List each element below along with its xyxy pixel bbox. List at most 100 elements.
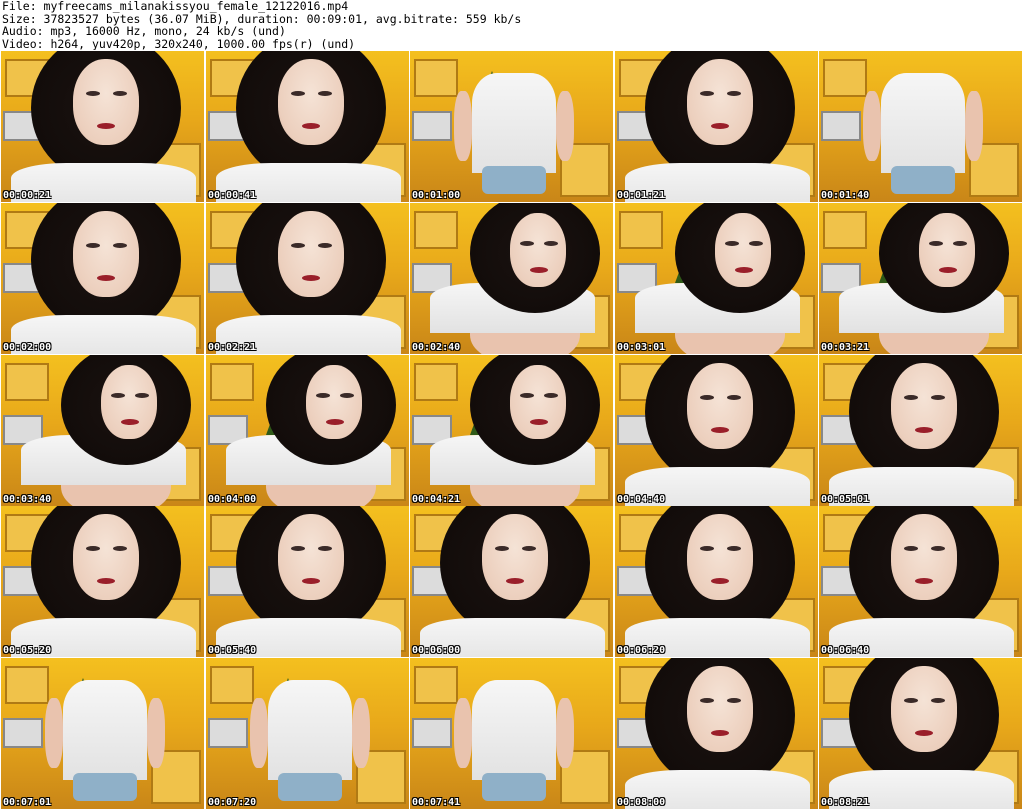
timestamp-label: 00:01:40 xyxy=(821,190,870,201)
lips xyxy=(711,123,729,129)
right-eye xyxy=(727,395,741,400)
timestamp-label: 00:04:40 xyxy=(617,494,666,505)
denim-shorts xyxy=(482,166,546,194)
arm xyxy=(556,91,574,161)
left-eye xyxy=(904,395,918,400)
lips xyxy=(939,267,957,273)
face xyxy=(510,213,566,287)
timestamp-label: 00:06:40 xyxy=(821,645,870,656)
video-thumbnail: 00:03:21 xyxy=(819,203,1022,354)
timestamp-label: 00:02:00 xyxy=(3,342,52,353)
lips xyxy=(97,275,115,281)
left-eye xyxy=(316,393,330,398)
video-info-line: Video: h264, yuv420p, 320x240, 1000.00 f… xyxy=(2,36,356,50)
lips xyxy=(915,578,933,584)
face xyxy=(687,666,753,752)
timestamp-label: 00:07:41 xyxy=(412,797,461,808)
white-cardigan xyxy=(881,73,965,173)
microwave xyxy=(208,718,248,748)
video-thumbnail: 00:04:21 xyxy=(410,355,613,506)
lips xyxy=(915,427,933,433)
video-thumbnail: 00:03:40 xyxy=(1,355,204,506)
thumbnail-frame xyxy=(615,51,818,202)
face xyxy=(306,365,362,439)
lips xyxy=(121,419,139,425)
face xyxy=(687,59,753,145)
left-eye xyxy=(700,91,714,96)
face xyxy=(510,365,566,439)
video-thumbnail: 00:00:21 xyxy=(1,51,204,202)
timestamp-label: 00:03:21 xyxy=(821,342,870,353)
arm xyxy=(454,698,472,768)
arm xyxy=(45,698,63,768)
video-thumbnail: 00:00:41 xyxy=(206,51,409,202)
lips xyxy=(530,419,548,425)
thumbnail-frame xyxy=(1,203,204,354)
timestamp-label: 00:00:41 xyxy=(208,190,257,201)
video-thumbnail: 00:06:40 xyxy=(819,506,1022,657)
face xyxy=(73,59,139,145)
left-eye xyxy=(725,241,739,246)
kitchen-cabinet xyxy=(210,666,254,704)
thumbnail-frame xyxy=(410,355,613,506)
video-thumbnail: 00:02:00 xyxy=(1,203,204,354)
timestamp-label: 00:08:21 xyxy=(821,797,870,808)
white-cardigan xyxy=(472,73,556,173)
video-thumbnail: 00:06:20 xyxy=(615,506,818,657)
right-eye xyxy=(113,91,127,96)
video-thumbnail: 00:07:01 xyxy=(1,658,204,809)
lips xyxy=(97,578,115,584)
face xyxy=(891,363,957,449)
left-eye xyxy=(700,546,714,551)
kitchen-cabinet xyxy=(414,211,458,249)
thumbnail-frame xyxy=(819,658,1022,809)
video-thumbnail: 00:01:21 xyxy=(615,51,818,202)
arm xyxy=(556,698,574,768)
thumbnail-frame xyxy=(410,506,613,657)
timestamp-label: 00:07:20 xyxy=(208,797,257,808)
lips xyxy=(711,427,729,433)
face xyxy=(919,213,975,287)
thumbnail-frame xyxy=(410,658,613,809)
left-eye xyxy=(291,91,305,96)
audio-info-line: Audio: mp3, 16000 Hz, mono, 24 kb/s (und… xyxy=(2,24,286,38)
lips xyxy=(530,267,548,273)
timestamp-label: 00:02:40 xyxy=(412,342,461,353)
left-eye xyxy=(904,698,918,703)
right-eye xyxy=(727,546,741,551)
kitchen-cabinet xyxy=(210,363,254,401)
left-eye xyxy=(700,395,714,400)
denim-shorts xyxy=(278,773,342,801)
video-thumbnail: 00:02:21 xyxy=(206,203,409,354)
thumbnail-frame xyxy=(206,203,409,354)
lips xyxy=(302,123,320,129)
arm xyxy=(863,91,881,161)
left-eye xyxy=(291,243,305,248)
right-eye xyxy=(318,91,332,96)
lips xyxy=(711,578,729,584)
face xyxy=(687,363,753,449)
left-eye xyxy=(700,698,714,703)
kitchen-cabinet xyxy=(414,59,458,97)
microwave xyxy=(3,718,43,748)
timestamp-label: 00:06:00 xyxy=(412,645,461,656)
left-eye xyxy=(495,546,509,551)
right-eye xyxy=(318,243,332,248)
face xyxy=(687,514,753,600)
right-eye xyxy=(522,546,536,551)
video-thumbnail: 00:04:40 xyxy=(615,355,818,506)
kitchen-cabinet xyxy=(823,59,867,97)
video-thumbnail: 00:03:01 xyxy=(615,203,818,354)
right-eye xyxy=(544,393,558,398)
thumbnail-frame xyxy=(1,355,204,506)
video-thumbnail: 00:01:40 xyxy=(819,51,1022,202)
left-eye xyxy=(111,393,125,398)
face xyxy=(482,514,548,600)
thumbnail-frame xyxy=(615,355,818,506)
arm xyxy=(147,698,165,768)
thumbnail-frame xyxy=(615,506,818,657)
video-thumbnail: 00:04:00 xyxy=(206,355,409,506)
thumbnail-frame xyxy=(615,203,818,354)
timestamp-label: 00:05:20 xyxy=(3,645,52,656)
face xyxy=(891,514,957,600)
